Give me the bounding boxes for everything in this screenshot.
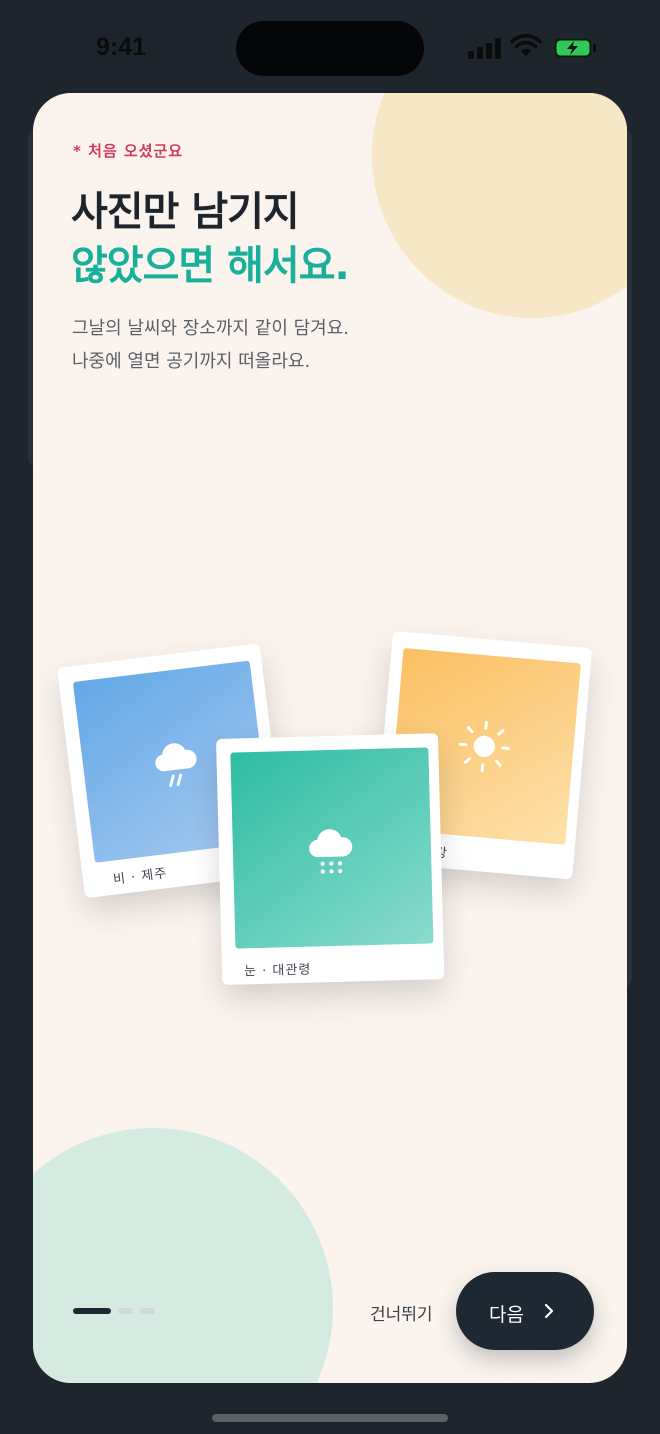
- next-button[interactable]: 다음: [456, 1272, 594, 1350]
- card-caption: 비 · 제주: [112, 866, 169, 888]
- page-title-line1: 사진만 남기지: [71, 189, 300, 235]
- sun-icon: [458, 720, 510, 772]
- page-dot-active: [73, 1308, 111, 1314]
- chevron-right-icon: [544, 1303, 554, 1319]
- cellular-signal-icon: [468, 37, 502, 59]
- page-dot: [140, 1308, 155, 1314]
- eyebrow-text: * 처음 오셨군요: [73, 142, 184, 160]
- description-line2: 나중에 열면 공기까지 떠올라요.: [72, 351, 311, 372]
- decorative-circle-top: [372, 93, 627, 318]
- decorative-circle-bottom: [33, 1128, 333, 1383]
- status-time: 9:41: [96, 33, 147, 61]
- skip-button[interactable]: 건너뛰기: [370, 1300, 433, 1325]
- next-button-label: 다음: [489, 1304, 524, 1326]
- wifi-icon: [510, 34, 542, 56]
- battery-charging-icon: [553, 37, 596, 59]
- photo-card-snow: 눈 · 대관령: [216, 733, 445, 985]
- description-line1: 그날의 날씨와 장소까지 같이 담겨요.: [72, 318, 350, 339]
- card-caption: 눈 · 대관령: [243, 962, 312, 980]
- page-dot: [118, 1308, 133, 1314]
- photo-snow: [230, 747, 434, 949]
- dynamic-island: [236, 21, 424, 76]
- status-bar: 9:41: [0, 0, 660, 95]
- page-title-line2: 않았으면 해서요.: [71, 243, 350, 289]
- snow-cloud-icon: [309, 829, 353, 874]
- home-indicator[interactable]: [212, 1414, 448, 1422]
- rain-cloud-icon: [155, 743, 197, 787]
